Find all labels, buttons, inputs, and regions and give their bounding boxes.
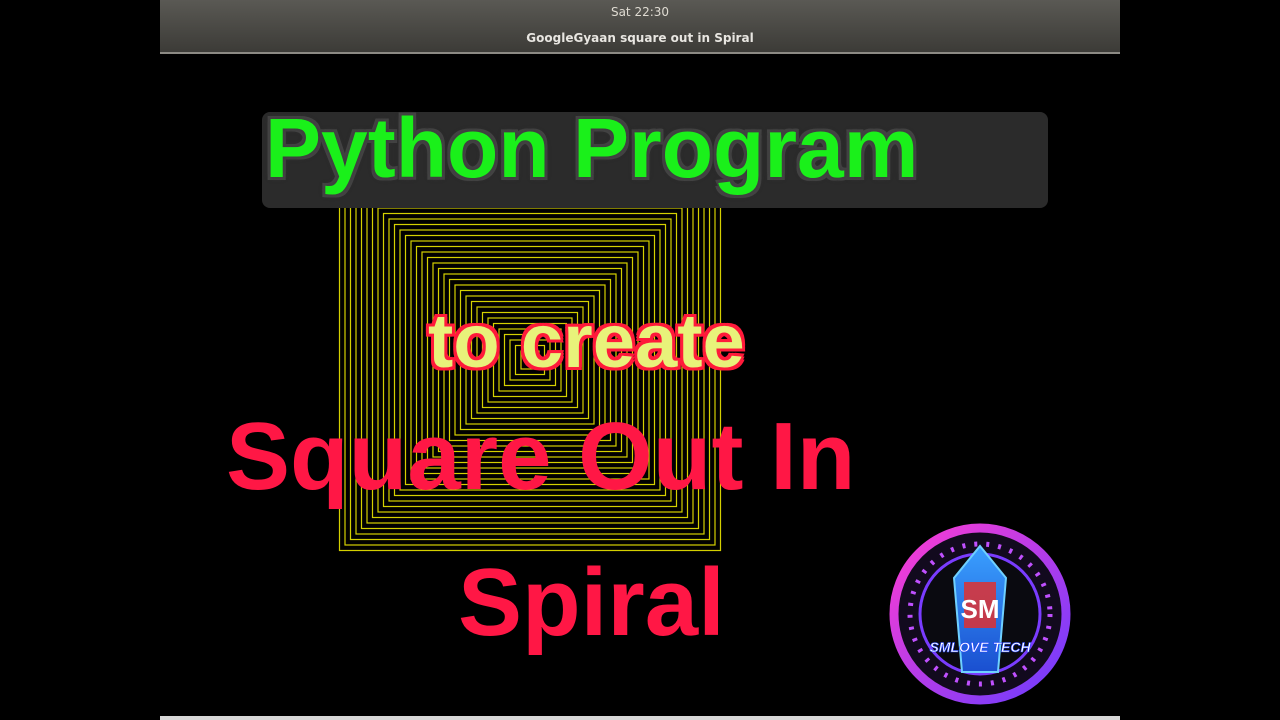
headline-square-out-in: Square Out In [226,403,856,510]
headline-to-create: to create [428,299,745,384]
left-letterbox [0,0,160,720]
window-bottom-edge [160,716,1120,720]
top-panel: Sat 22:30 GoogleGyaan square out in Spir… [160,0,1120,54]
smlove-tech-logo: SM SMLOVE TECH [889,523,1071,705]
right-letterbox [1120,0,1280,720]
headline-python-program: Python Program [265,101,919,195]
clock[interactable]: Sat 22:30 [160,5,1120,19]
logo-monogram: SM [961,594,1000,624]
window-title[interactable]: GoogleGyaan square out in Spiral [160,31,1120,45]
headline-spiral: Spiral [458,549,725,656]
logo-text: SMLOVE TECH [929,639,1031,655]
